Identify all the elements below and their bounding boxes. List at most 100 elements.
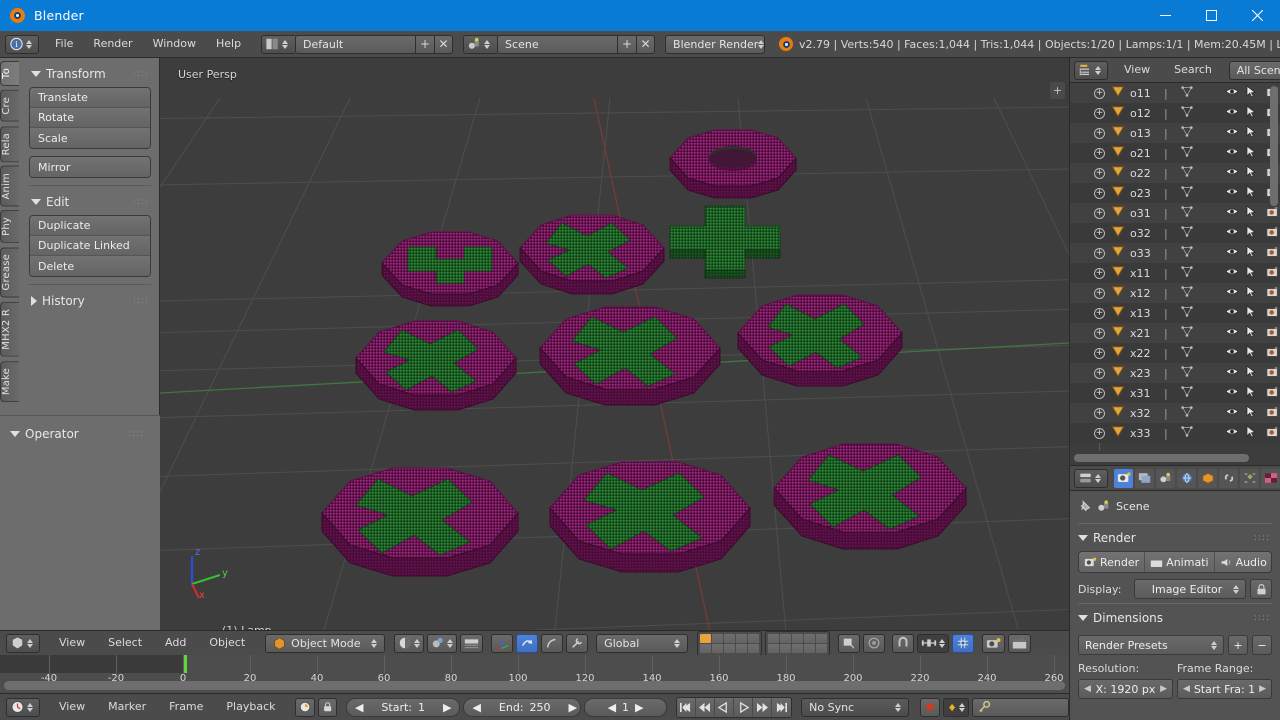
editor-type-selector-timeline[interactable] [6, 697, 40, 717]
expand-toggle-icon[interactable]: + [1094, 227, 1105, 239]
selectability-toggle-icon[interactable] [1246, 425, 1257, 441]
layer-cell[interactable] [792, 643, 804, 653]
render-still-button[interactable]: Render [1079, 552, 1146, 572]
layer-cell[interactable] [780, 633, 792, 643]
render-animation-button[interactable]: Animati [1145, 552, 1215, 572]
selectability-toggle-icon[interactable] [1246, 305, 1257, 321]
play-button[interactable] [733, 697, 754, 717]
outliner-row[interactable]: + o21 | [1070, 143, 1280, 163]
visibility-toggle-icon[interactable] [1225, 386, 1239, 400]
editor-type-selector-info[interactable]: i [5, 34, 39, 54]
tab-relations[interactable]: Rela [0, 125, 19, 162]
outliner-horizontal-scrollbar[interactable] [1074, 454, 1249, 462]
outliner-row[interactable]: + o22 | [1070, 163, 1280, 183]
selectability-toggle-icon[interactable] [1246, 265, 1257, 281]
layer-cell[interactable] [712, 643, 724, 653]
outliner-row[interactable]: + o31 | [1070, 203, 1280, 223]
layer-cell[interactable] [792, 633, 804, 643]
visibility-toggle-icon[interactable] [1225, 286, 1239, 300]
expand-toggle-icon[interactable]: + [1094, 147, 1105, 159]
visibility-toggle-icon[interactable] [1225, 266, 1239, 280]
selectability-toggle-icon[interactable] [1246, 105, 1257, 121]
expand-toggle-icon[interactable]: + [1094, 207, 1105, 219]
visibility-toggle-icon[interactable] [1225, 346, 1239, 360]
outliner-row[interactable]: + o23 | [1070, 183, 1280, 203]
pin-icon[interactable] [1078, 499, 1092, 513]
render-audio-button[interactable]: Audio [1214, 552, 1271, 572]
menu-window[interactable]: Window [143, 34, 206, 54]
viewport-shading-selector[interactable] [394, 633, 425, 653]
renderability-toggle-icon[interactable] [1266, 426, 1280, 441]
expand-toggle-icon[interactable]: + [1094, 87, 1105, 99]
3d-viewport[interactable]: User Persp (1) Lamp z y x + [160, 58, 1069, 630]
close-icon[interactable] [1234, 0, 1280, 31]
render-engine-selector[interactable]: Blender Render [665, 34, 766, 54]
mesh-data-icon[interactable] [1180, 125, 1194, 141]
expand-toggle-icon[interactable]: + [1094, 287, 1105, 299]
visibility-toggle-icon[interactable] [1225, 186, 1239, 200]
expand-toggle-icon[interactable]: + [1094, 327, 1105, 339]
selectability-toggle-icon[interactable] [1246, 205, 1257, 221]
renderability-toggle-icon[interactable] [1266, 246, 1280, 261]
selectability-toggle-icon[interactable] [1246, 285, 1257, 301]
expand-toggle-icon[interactable]: + [1094, 267, 1105, 279]
auto-keyframe-button[interactable] [294, 697, 315, 717]
arrow-left-icon[interactable]: ◀ [1183, 684, 1190, 694]
arrow-left-icon[interactable]: ◀ [355, 701, 363, 714]
mesh-data-icon[interactable] [1180, 305, 1194, 321]
expand-toggle-icon[interactable]: + [1094, 367, 1105, 379]
layer-cell[interactable] [700, 633, 712, 643]
tab-animation[interactable]: Anim [0, 165, 19, 207]
tab-tools[interactable]: To [0, 61, 19, 86]
properties-tab-world[interactable] [1177, 468, 1196, 488]
render-presets-selector[interactable]: Render Presets [1078, 635, 1224, 655]
keying-set-field[interactable] [972, 697, 1070, 717]
manipulator-scale-button[interactable] [541, 633, 564, 653]
visibility-toggle-icon[interactable] [1225, 106, 1239, 120]
expand-toggle-icon[interactable]: + [1094, 167, 1105, 179]
transform-orientation-selector[interactable]: Global [596, 633, 689, 653]
selectability-toggle-icon[interactable] [1246, 245, 1257, 261]
minimize-icon[interactable] [1142, 0, 1188, 31]
layer-cell[interactable] [816, 633, 828, 643]
mesh-data-icon[interactable] [1180, 185, 1194, 201]
renderability-toggle-icon[interactable] [1266, 366, 1280, 381]
layer-cell[interactable] [700, 643, 712, 653]
mirror-button[interactable]: Mirror [30, 157, 150, 177]
outliner-menu-search[interactable]: Search [1164, 60, 1222, 80]
arrow-right-icon[interactable]: ▶ [443, 701, 451, 714]
scene-layers-secondary[interactable] [765, 630, 831, 656]
visibility-toggle-icon[interactable] [1225, 206, 1239, 220]
mesh-data-icon[interactable] [1180, 245, 1194, 261]
duplicate-linked-button[interactable]: Duplicate Linked [30, 236, 150, 256]
manipulator-translate-button[interactable] [491, 633, 514, 653]
layer-cell[interactable] [804, 643, 816, 653]
selectability-toggle-icon[interactable] [1246, 165, 1257, 181]
selectability-toggle-icon[interactable] [1246, 405, 1257, 421]
menu-file[interactable]: File [45, 34, 83, 54]
expand-toggle-icon[interactable]: + [1094, 347, 1105, 359]
translate-button[interactable]: Translate [30, 88, 150, 108]
visibility-toggle-icon[interactable] [1225, 86, 1239, 100]
panel-header-history[interactable]: History :::: [29, 291, 151, 314]
panel-header-render[interactable]: Render :::: [1078, 528, 1272, 551]
end-frame-field[interactable]: ◀ End: 250 ▶ [463, 697, 582, 717]
tab-physics[interactable]: Phy [0, 210, 19, 244]
snap-element-button[interactable] [952, 633, 975, 653]
mesh-data-icon[interactable] [1180, 385, 1194, 401]
selectability-toggle-icon[interactable] [1246, 145, 1257, 161]
arrow-left-icon[interactable]: ◀ [608, 701, 616, 714]
arrow-left-icon[interactable]: ◀ [472, 701, 480, 714]
render-animation-button[interactable] [1008, 633, 1032, 653]
outliner-row[interactable]: + x11 | [1070, 263, 1280, 283]
selectability-toggle-icon[interactable] [1246, 225, 1257, 241]
expand-toggle-icon[interactable]: + [1094, 187, 1105, 199]
timeline-menu-frame[interactable]: Frame [159, 697, 213, 717]
outliner-row[interactable]: + o11 | [1070, 83, 1280, 103]
screen-layout-icon-selector[interactable] [261, 34, 296, 54]
jump-to-end-button[interactable] [772, 697, 792, 717]
next-keyframe-button[interactable] [753, 697, 773, 717]
tab-grease-pencil[interactable]: Grease [0, 247, 19, 298]
proportional-editing-button[interactable] [863, 633, 886, 653]
tab-create[interactable]: Cre [0, 89, 19, 122]
